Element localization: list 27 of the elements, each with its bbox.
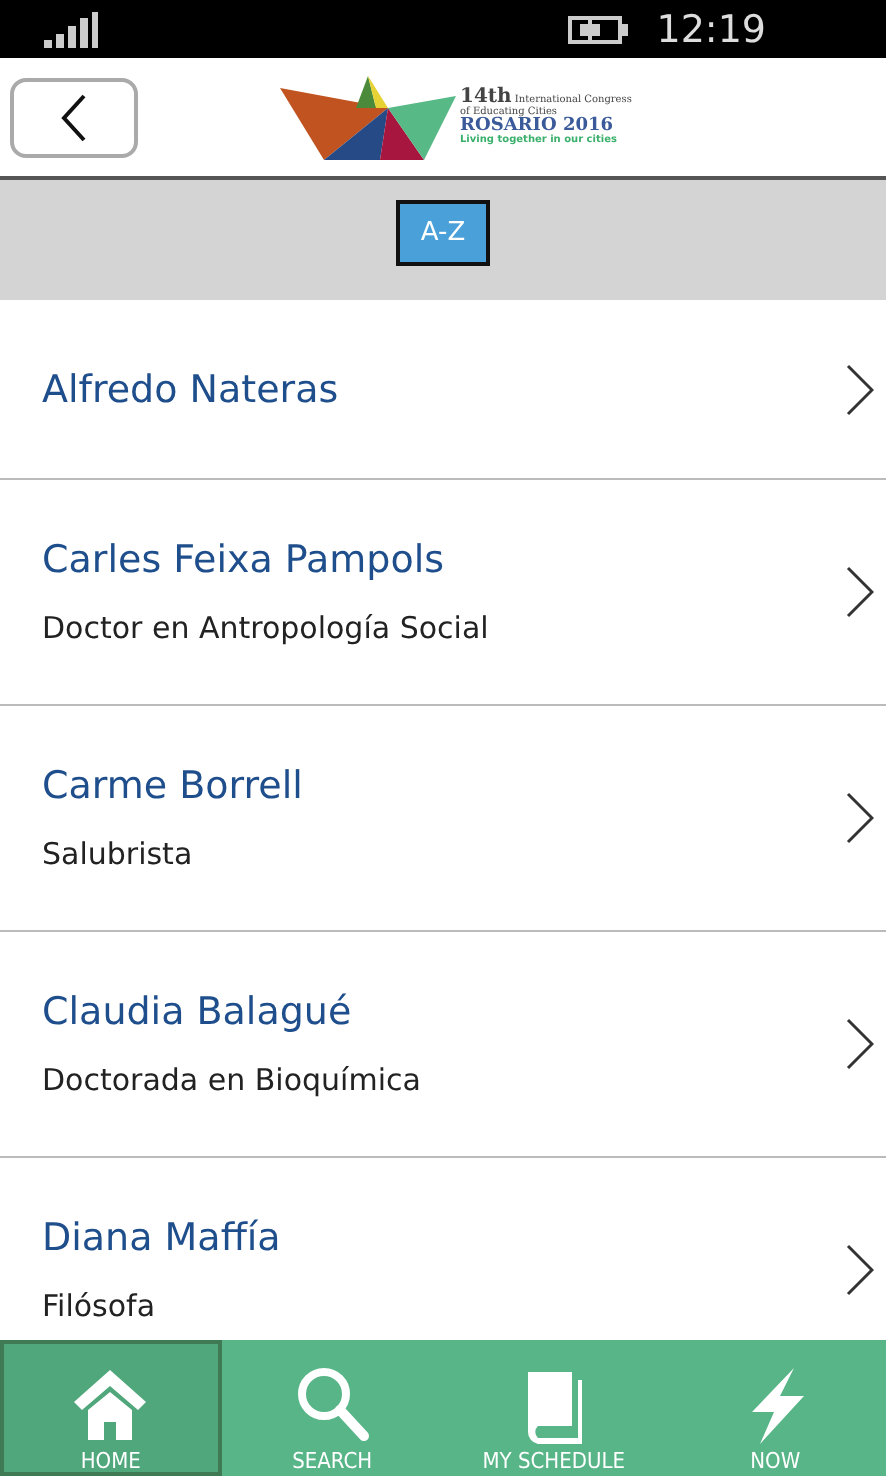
speaker-name: Alfredo Nateras xyxy=(42,367,341,411)
speaker-row[interactable]: Carles Feixa Pampols Doctor en Antropología Social xyxy=(0,480,886,706)
chevron-right-icon xyxy=(846,1244,874,1296)
speaker-name: Carles Feixa Pampols xyxy=(42,538,447,582)
speaker-row[interactable]: Carme Borrell Salubrista xyxy=(0,706,886,932)
speaker-title: Salubrista xyxy=(42,836,195,872)
speaker-title: Filósofa xyxy=(42,1288,158,1324)
battery-charging-icon xyxy=(568,15,629,43)
signal-icon xyxy=(44,11,98,47)
chevron-right-icon xyxy=(846,566,874,618)
speaker-name: Claudia Balagué xyxy=(42,990,354,1034)
speaker-title: Doctorada en Bioquímica xyxy=(42,1062,423,1098)
clock-time: 12:19 xyxy=(656,7,766,51)
logo-city: ROSARIO 2016 xyxy=(460,118,614,136)
chevron-right-icon xyxy=(846,1018,874,1070)
chevron-left-icon xyxy=(60,94,88,142)
back-button[interactable] xyxy=(10,78,138,158)
speaker-name: Diana Maffía xyxy=(42,1216,283,1260)
chevron-right-icon xyxy=(846,792,874,844)
speaker-row[interactable]: Alfredo Nateras xyxy=(0,300,886,480)
speaker-name: Carme Borrell xyxy=(42,764,305,808)
house-icon xyxy=(70,1364,151,1444)
speaker-title: Doctor en Antropología Social xyxy=(42,610,491,646)
paper-boat-logo-icon xyxy=(280,71,456,163)
chevron-right-icon xyxy=(846,363,874,415)
speaker-row[interactable]: Claudia Balagué Doctorada en Bioquímica xyxy=(0,932,886,1158)
search-icon xyxy=(292,1364,373,1444)
